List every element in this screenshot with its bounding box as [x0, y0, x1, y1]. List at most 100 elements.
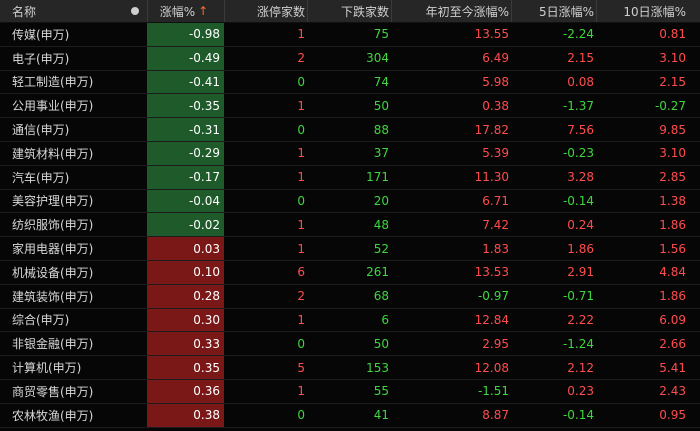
ten-day-change: 9.85 — [659, 122, 686, 137]
decliner-count: 20 — [373, 193, 389, 208]
change-percent: 0.33 — [147, 332, 224, 356]
sector-name: 通信(申万) — [12, 123, 70, 138]
table-row[interactable]: 非银金融(申万) 0.33 0 50 2.95 -1.24 2.66 — [0, 332, 700, 357]
column-header-10d[interactable]: 10日涨幅% — [596, 0, 700, 22]
five-day-change: 2.12 — [567, 360, 594, 375]
ten-day-change: 3.10 — [659, 51, 686, 66]
five-day-change: -0.14 — [562, 408, 594, 423]
table-row[interactable]: 建筑装饰(申万) 0.28 2 68 -0.97 -0.71 1.86 — [0, 284, 700, 309]
five-day-change: 1.86 — [567, 241, 594, 256]
sector-name: 汽车(申万) — [12, 170, 70, 185]
ytd-change: 8.87 — [482, 408, 509, 423]
decliner-count: 55 — [373, 384, 389, 399]
ytd-change: 5.39 — [482, 146, 509, 161]
ten-day-change: 1.56 — [659, 241, 686, 256]
limit-up-count: 1 — [297, 27, 305, 42]
column-header-5d[interactable]: 5日涨幅% — [511, 0, 596, 22]
ytd-change: 17.82 — [474, 122, 509, 137]
column-header-name-label: 名称 — [12, 4, 37, 19]
ten-day-change: 2.66 — [659, 336, 686, 351]
five-day-change: 2.91 — [567, 265, 594, 280]
limit-up-count: 0 — [297, 408, 305, 423]
change-percent: 0.03 — [147, 237, 224, 260]
settings-dot-icon[interactable] — [131, 7, 139, 15]
column-header-limit-up[interactable]: 涨停家数 — [224, 0, 307, 22]
limit-up-count: 0 — [297, 122, 305, 137]
change-percent: 0.30 — [147, 308, 224, 332]
table-row[interactable]: 通信(申万) -0.31 0 88 17.82 7.56 9.85 — [0, 118, 700, 142]
table-row[interactable]: 传媒(申万) -0.98 1 75 13.55 -2.24 0.81 — [0, 23, 700, 47]
ytd-change: 13.55 — [474, 27, 509, 42]
sector-name: 美容护理(申万) — [12, 194, 94, 209]
decliner-count: 50 — [373, 98, 389, 113]
column-header-change-label: 涨幅% — [159, 4, 196, 19]
sector-name: 建筑材料(申万) — [12, 146, 94, 161]
change-percent: -0.04 — [147, 189, 224, 213]
limit-up-count: 2 — [297, 289, 305, 304]
table-row[interactable]: 商贸零售(申万) 0.36 1 55 -1.51 0.23 2.43 — [0, 380, 700, 404]
table-row[interactable]: 机械设备(申万) 0.10 6 261 13.53 2.91 4.84 — [0, 261, 700, 285]
table-row[interactable]: 计算机(申万) 0.35 5 153 12.08 2.12 5.41 — [0, 356, 700, 380]
decliner-count: 48 — [373, 217, 389, 232]
ten-day-change: 0.81 — [659, 27, 686, 42]
five-day-change: 2.15 — [567, 51, 594, 66]
decliner-count: 153 — [366, 360, 389, 375]
ten-day-change: 1.86 — [659, 289, 686, 304]
sector-name: 计算机(申万) — [12, 361, 82, 376]
table-row[interactable]: 农林牧渔(申万) 0.38 0 41 8.87 -0.14 0.95 — [0, 403, 700, 428]
change-percent: -0.98 — [147, 23, 224, 46]
table-row[interactable]: 综合(申万) 0.30 1 6 12.84 2.22 6.09 — [0, 308, 700, 333]
ten-day-change: 2.15 — [659, 74, 686, 89]
five-day-change: -0.23 — [562, 146, 594, 161]
ten-day-change: 1.38 — [659, 193, 686, 208]
limit-up-count: 1 — [297, 217, 305, 232]
limit-up-count: 0 — [297, 74, 305, 89]
ten-day-change: 3.10 — [659, 146, 686, 161]
sector-name: 公用事业(申万) — [12, 99, 94, 114]
table-row[interactable]: 轻工制造(申万) -0.41 0 74 5.98 0.08 2.15 — [0, 70, 700, 95]
sector-name: 家用电器(申万) — [12, 242, 94, 257]
column-header-change[interactable]: 涨幅% ↑ — [147, 0, 224, 22]
table-row[interactable]: 美容护理(申万) -0.04 0 20 6.71 -0.14 1.38 — [0, 189, 700, 214]
ten-day-change: 4.84 — [659, 265, 686, 280]
five-day-change: -2.24 — [562, 27, 594, 42]
ytd-change: -0.97 — [477, 289, 509, 304]
decliner-count: 52 — [373, 241, 389, 256]
table-row[interactable]: 纺织服饰(申万) -0.02 1 48 7.42 0.24 1.86 — [0, 213, 700, 238]
decliner-count: 41 — [373, 408, 389, 423]
ytd-change: 13.53 — [474, 265, 509, 280]
ytd-change: 6.49 — [482, 51, 509, 66]
five-day-change: 3.28 — [567, 170, 594, 185]
column-header-ytd[interactable]: 年初至今涨幅% — [391, 0, 511, 22]
five-day-change: 7.56 — [567, 122, 594, 137]
ytd-change: -1.51 — [477, 384, 509, 399]
sector-name: 电子(申万) — [12, 51, 70, 66]
limit-up-count: 6 — [297, 265, 305, 280]
table-row[interactable]: 家用电器(申万) 0.03 1 52 1.83 1.86 1.56 — [0, 237, 700, 261]
sector-name: 综合(申万) — [12, 313, 70, 328]
ten-day-change: 1.86 — [659, 217, 686, 232]
change-percent: -0.31 — [147, 118, 224, 141]
ytd-change: 1.83 — [482, 241, 509, 256]
sector-name: 农林牧渔(申万) — [12, 408, 94, 423]
table-row[interactable]: 建筑材料(申万) -0.29 1 37 5.39 -0.23 3.10 — [0, 142, 700, 166]
ten-day-change: -0.27 — [654, 98, 686, 113]
ytd-change: 12.08 — [474, 360, 509, 375]
decliner-count: 6 — [381, 312, 389, 327]
decliner-count: 68 — [373, 289, 389, 304]
limit-up-count: 1 — [297, 384, 305, 399]
ten-day-change: 5.41 — [659, 360, 686, 375]
decliner-count: 261 — [366, 265, 389, 280]
table-row[interactable]: 公用事业(申万) -0.35 1 50 0.38 -1.37 -0.27 — [0, 94, 700, 119]
sector-name: 轻工制造(申万) — [12, 75, 94, 90]
ytd-change: 12.84 — [474, 312, 509, 327]
decliner-count: 74 — [373, 74, 389, 89]
column-header-name[interactable]: 名称 — [0, 0, 147, 22]
table-row[interactable]: 汽车(申万) -0.17 1 171 11.30 3.28 2.85 — [0, 165, 700, 190]
table-row[interactable]: 电子(申万) -0.49 2 304 6.49 2.15 3.10 — [0, 46, 700, 71]
limit-up-count: 1 — [297, 170, 305, 185]
column-header-decliners[interactable]: 下跌家数 — [307, 0, 391, 22]
limit-up-count: 1 — [297, 241, 305, 256]
ytd-change: 7.42 — [482, 217, 509, 232]
five-day-change: 0.23 — [567, 384, 594, 399]
